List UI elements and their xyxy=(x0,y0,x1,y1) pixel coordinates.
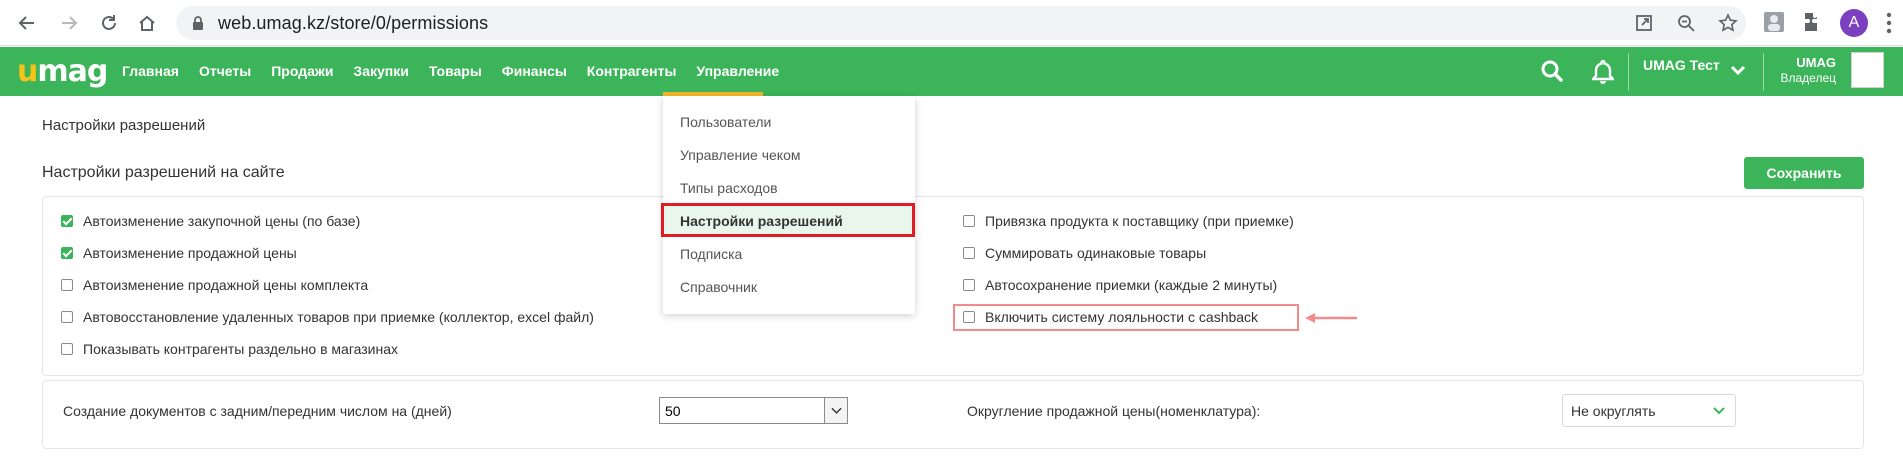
checkbox-checked[interactable] xyxy=(61,247,73,259)
permission-label: Показывать контрагенты раздельно в магаз… xyxy=(83,341,399,357)
dropdown-item-subscription[interactable]: Подписка xyxy=(680,246,742,262)
dropdown-item-users[interactable]: Пользователи xyxy=(680,114,771,130)
permission-label: Привязка продукта к поставщику (при прие… xyxy=(985,213,1294,229)
avatar[interactable] xyxy=(1851,52,1884,88)
menu-item-purchases[interactable]: Закупки xyxy=(353,63,408,79)
dropdown-item-receipt[interactable]: Управление чеком xyxy=(680,147,801,163)
annotation-highlight-box xyxy=(953,304,1299,331)
permission-label: Автовосстановление удаленных товаров при… xyxy=(83,309,594,325)
docs-days-input[interactable] xyxy=(659,397,825,424)
permission-label: Автоизменение закупочной цены (по базе) xyxy=(83,213,361,229)
lock-icon xyxy=(193,16,203,30)
chevron-down-icon[interactable] xyxy=(1730,64,1746,76)
search-icon[interactable] xyxy=(1540,59,1564,83)
dropdown-item-expense-types[interactable]: Типы расходов xyxy=(680,180,778,196)
app-header: umag Главная Отчеты Продажи Закупки Това… xyxy=(0,47,1903,96)
more-vert-icon[interactable] xyxy=(1886,12,1892,34)
permission-row[interactable]: Показывать контрагенты раздельно в магаз… xyxy=(61,341,398,357)
menu-item-sales[interactable]: Продажи xyxy=(271,63,333,79)
docs-days-dropdown[interactable] xyxy=(825,397,848,424)
reload-icon[interactable] xyxy=(94,8,124,38)
checkbox[interactable] xyxy=(963,279,975,291)
menu-item-products[interactable]: Товары xyxy=(429,63,482,79)
menu-item-reports[interactable]: Отчеты xyxy=(199,63,251,79)
rounding-select[interactable]: Не округлять xyxy=(1562,394,1736,427)
section-title: Настройки разрешений на сайте xyxy=(42,164,285,181)
permission-row[interactable]: Автовосстановление удаленных товаров при… xyxy=(61,309,594,325)
browser-toolbar: web.umag.kz/store/0/permissions A xyxy=(0,0,1903,46)
bookmark-star-icon[interactable] xyxy=(1718,13,1738,33)
bell-icon[interactable] xyxy=(1592,59,1614,85)
annotation-arrow-icon xyxy=(1305,313,1357,323)
umag-logo[interactable]: umag xyxy=(17,57,108,87)
permission-label: Автосохранение приемки (каждые 2 минуты) xyxy=(985,277,1278,293)
checkbox[interactable] xyxy=(61,343,73,355)
chevron-down-icon xyxy=(1713,407,1725,415)
profile-avatar[interactable]: A xyxy=(1840,9,1868,37)
dropdown-item-reference[interactable]: Справочник xyxy=(680,279,757,295)
annotation-red-box xyxy=(661,203,915,237)
menu-item-finance[interactable]: Финансы xyxy=(502,63,567,79)
home-icon[interactable] xyxy=(132,8,162,38)
checkbox-checked[interactable] xyxy=(61,215,73,227)
permission-label: Автоизменение продажной цены комплекта xyxy=(83,277,369,293)
save-button[interactable]: Сохранить xyxy=(1744,157,1864,189)
company-name[interactable]: UMAG Тест xyxy=(1643,57,1720,73)
menu-item-contractors[interactable]: Контрагенты xyxy=(587,63,677,79)
permission-row[interactable]: Автоизменение продажной цены комплекта xyxy=(61,277,368,293)
checkbox[interactable] xyxy=(963,247,975,259)
docs-days-label: Создание документов с задним/передним чи… xyxy=(63,403,452,419)
back-icon[interactable] xyxy=(12,8,42,38)
permission-row[interactable]: Автоизменение продажной цены xyxy=(61,245,297,261)
user-name[interactable]: UMAG xyxy=(1778,56,1836,70)
permission-row[interactable]: Привязка продукта к поставщику (при прие… xyxy=(963,213,1294,229)
rounding-select-value: Не округлять xyxy=(1571,403,1656,419)
divider xyxy=(1628,53,1629,91)
checkbox[interactable] xyxy=(963,215,975,227)
open-in-app-icon[interactable] xyxy=(1634,13,1654,33)
menu-item-main[interactable]: Главная xyxy=(122,63,179,79)
permission-row[interactable]: Автоизменение закупочной цены (по базе) xyxy=(61,213,360,229)
forward-icon[interactable] xyxy=(54,8,84,38)
checkbox[interactable] xyxy=(61,279,73,291)
user-role: Владелец xyxy=(1780,71,1836,85)
url-text[interactable]: web.umag.kz/store/0/permissions xyxy=(218,13,488,34)
permission-label: Автоизменение продажной цены xyxy=(83,245,297,261)
permission-row[interactable]: Автосохранение приемки (каждые 2 минуты) xyxy=(963,277,1277,293)
rounding-label: Округление продажной цены(номенклатура): xyxy=(967,403,1261,419)
zoom-icon[interactable] xyxy=(1676,13,1696,33)
address-bar[interactable]: web.umag.kz/store/0/permissions xyxy=(176,6,1746,40)
chevron-down-icon xyxy=(830,407,842,414)
main-menu: Главная Отчеты Продажи Закупки Товары Фи… xyxy=(122,63,799,79)
permission-label: Суммировать одинаковые товары xyxy=(985,245,1207,261)
checkbox[interactable] xyxy=(61,311,73,323)
divider xyxy=(1763,53,1764,91)
permission-row[interactable]: Суммировать одинаковые товары xyxy=(963,245,1206,261)
management-dropdown: Пользователи Управление чеком Типы расхо… xyxy=(661,96,915,314)
menu-item-management[interactable]: Управление xyxy=(696,63,779,79)
extension-avatar-icon[interactable] xyxy=(1762,10,1786,34)
page-title: Настройки разрешений xyxy=(42,117,206,134)
puzzle-icon[interactable] xyxy=(1800,10,1824,34)
